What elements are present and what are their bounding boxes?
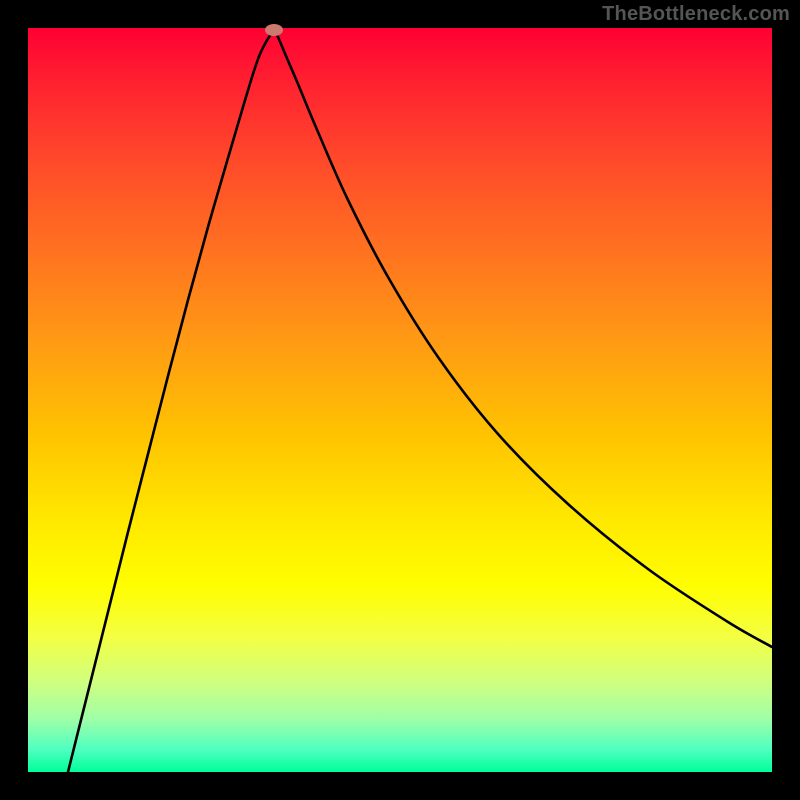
bottleneck-curve (28, 28, 772, 772)
watermark-text: TheBottleneck.com (602, 4, 790, 24)
chart-frame: TheBottleneck.com (0, 0, 800, 800)
optimum-marker (265, 24, 283, 36)
